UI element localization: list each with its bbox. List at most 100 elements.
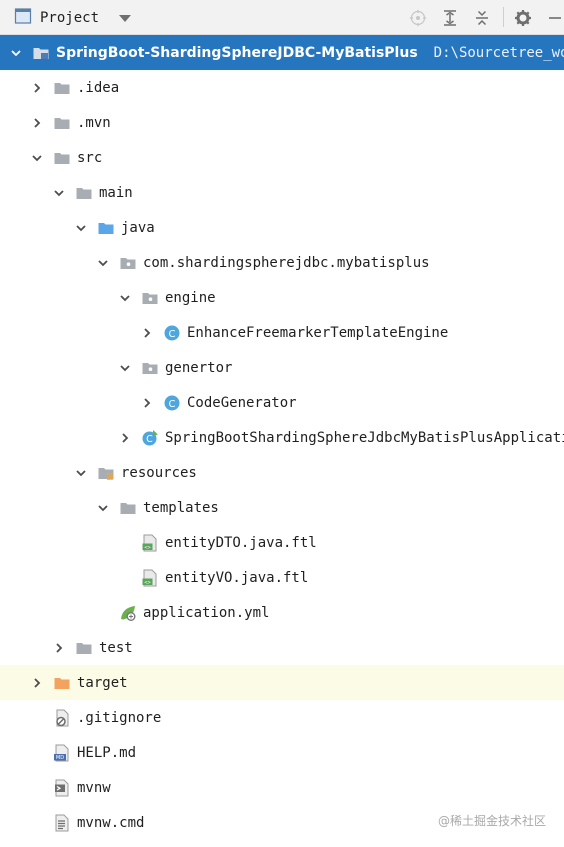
tree-row-target[interactable]: target [0,665,564,700]
tree-row-resources[interactable]: resources [0,455,564,490]
expand-all-icon[interactable] [438,6,462,30]
tree-item-label: mvnw.cmd [77,814,145,831]
chevron-down-icon[interactable] [97,257,109,269]
tree-row-src[interactable]: src [0,140,564,175]
chevron-down-icon [119,14,132,22]
tree-row-codegenerator[interactable]: C CodeGenerator [0,385,564,420]
tree-item-label: target [77,674,128,691]
tree-row-main[interactable]: main [0,175,564,210]
tree-item-label: java [121,219,155,236]
chevron-right-icon[interactable] [119,432,131,444]
tree-row-mvn[interactable]: .mvn [0,105,564,140]
freemarker-file-icon: <> [141,569,159,587]
chevron-right-icon[interactable] [31,82,43,94]
tree-item-label: CodeGenerator [187,394,297,411]
tree-item-label: templates [143,499,219,516]
folder-icon [75,639,93,657]
tree-row-templates[interactable]: templates [0,490,564,525]
source-folder-icon [97,219,115,237]
class-icon: C [163,394,181,412]
svg-text:C: C [169,398,176,409]
project-window-icon [14,7,32,29]
tree-row-mvnw[interactable]: mvnw [0,770,564,805]
project-view-label: Project [40,10,100,26]
gear-icon[interactable] [511,6,535,30]
chevron-right-icon[interactable] [141,397,153,409]
class-icon: C [163,324,181,342]
tree-row-springboot-shardingspherejdbc-mybatisplus[interactable]: SpringBoot-ShardingSphereJDBC-MyBatisPlu… [0,35,564,70]
tree-item-label: com.shardingspherejdbc.mybatisplus [143,254,430,271]
tree-item-label: .idea [77,79,120,96]
svg-text:C: C [169,328,176,339]
svg-text:<>: <> [144,579,151,585]
tree-row-enhancefreemarkertemplateengine[interactable]: C EnhanceFreemarkerTemplateEngine [0,315,564,350]
tree-row-com-shardingspherejdbc-mybatisplus[interactable]: com.shardingspherejdbc.mybatisplus [0,245,564,280]
tree-item-label: main [99,184,133,201]
collapse-all-icon[interactable] [470,6,494,30]
resources-folder-icon [97,464,115,482]
tree-item-label: entityDTO.java.ftl [165,534,317,551]
tree-item-label: HELP.md [77,744,137,761]
tree-row-help-md[interactable]: MD HELP.md [0,735,564,770]
chevron-down-icon[interactable] [10,47,22,59]
spring-boot-class-icon: C [141,429,159,447]
chevron-right-icon[interactable] [53,642,65,654]
tree-item-label: .mvn [77,114,111,131]
tree-row-application-yml[interactable]: application.yml [0,595,564,630]
toolbar-separator [503,7,504,27]
tree-item-label: test [99,639,133,656]
project-view-dropdown[interactable]: Project [14,6,132,30]
tree-row-test[interactable]: test [0,630,564,665]
caret-placeholder [119,572,131,584]
tree-row-entitydto-java-ftl[interactable]: <> entityDTO.java.ftl [0,525,564,560]
caret-placeholder [31,782,43,794]
tree-item-label: resources [121,464,197,481]
tree-row-engine[interactable]: engine [0,280,564,315]
chevron-right-icon[interactable] [31,117,43,129]
chevron-down-icon[interactable] [53,187,65,199]
watermark-text: @稀土掘金技术社区 [437,814,546,828]
tree-item-label: SpringBoot-ShardingSphereJDBC-MyBatisPlu… [56,44,418,61]
svg-text:MD: MD [56,755,64,761]
folder-icon [53,114,71,132]
chevron-right-icon[interactable] [31,677,43,689]
freemarker-file-icon: <> [141,534,159,552]
folder-icon [53,149,71,167]
tree-item-label: src [77,149,103,166]
caret-placeholder [97,607,109,619]
caret-placeholder [119,537,131,549]
chevron-right-icon[interactable] [141,327,153,339]
tree-row-java[interactable]: java [0,210,564,245]
chevron-down-icon[interactable] [119,362,131,374]
folder-icon [119,499,137,517]
tree-item-label: engine [165,289,216,306]
target-icon[interactable] [406,6,430,30]
chevron-down-icon[interactable] [31,152,43,164]
tree-row-springbootshardingspherejdbcmybatisplusapplication[interactable]: C SpringBootShardingSphereJdbcMyBatisPlus… [0,420,564,455]
text-file-icon [53,814,71,832]
tree-row-entityvo-java-ftl[interactable]: <> entityVO.java.ftl [0,560,564,595]
svg-text:C: C [146,434,153,445]
tree-row-idea[interactable]: .idea [0,70,564,105]
caret-placeholder [31,712,43,724]
package-icon [141,359,159,377]
tree-row-genertor[interactable]: genertor [0,350,564,385]
excluded-folder-icon [53,674,71,692]
markdown-file-icon: MD [53,744,71,762]
caret-placeholder [31,747,43,759]
chevron-down-icon[interactable] [75,467,87,479]
chevron-down-icon[interactable] [119,292,131,304]
gitignore-file-icon [53,709,71,727]
project-tool-window: Project SpringBoot-ShardingSphereJDBC-My… [0,0,564,847]
svg-text:<>: <> [144,544,151,550]
folder-icon [53,79,71,97]
tree-row-gitignore[interactable]: .gitignore [0,700,564,735]
tree-item-label: .gitignore [77,709,162,726]
caret-placeholder [31,817,43,829]
spring-yml-file-icon [119,604,137,622]
minimize-icon[interactable] [542,6,564,30]
chevron-down-icon[interactable] [75,222,87,234]
package-icon [119,254,137,272]
chevron-down-icon[interactable] [97,502,109,514]
shell-script-file-icon [53,779,71,797]
